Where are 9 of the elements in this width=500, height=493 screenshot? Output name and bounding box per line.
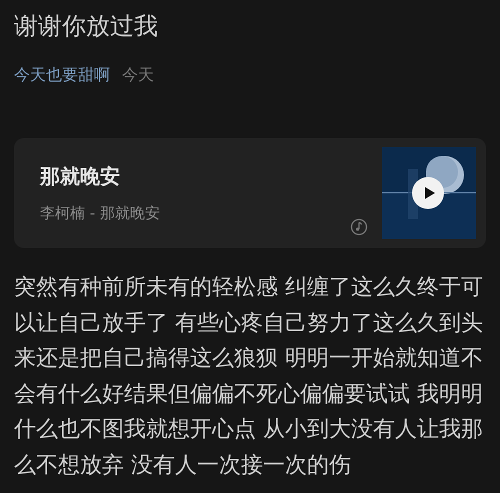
music-disc-icon xyxy=(350,218,368,236)
author-name[interactable]: 今天也要甜啊 xyxy=(14,64,110,86)
song-title: 那就晚安 xyxy=(40,163,121,190)
post-title: 谢谢你放过我 xyxy=(14,11,159,42)
song-card[interactable]: 那就晚安 李柯楠 - 那就晚安 xyxy=(14,138,486,248)
post-time: 今天 xyxy=(122,64,154,86)
song-artist: 李柯楠 - 那就晚安 xyxy=(40,204,161,223)
play-icon xyxy=(424,186,436,200)
post-body: 突然有种前所未有的轻松感 纠缠了这么久终于可以让自己放手了 有些心疼自己努力了这么久到头来还是把自己搞得这么狼狈 明明一开始就知道不会有什么好结果但偏偏不死心偏偏要试试 我明明什么也不图我就想开心点 从小到大没有人让我那么不想放弃 没有人一次接一次的伤 xyxy=(14,273,484,480)
